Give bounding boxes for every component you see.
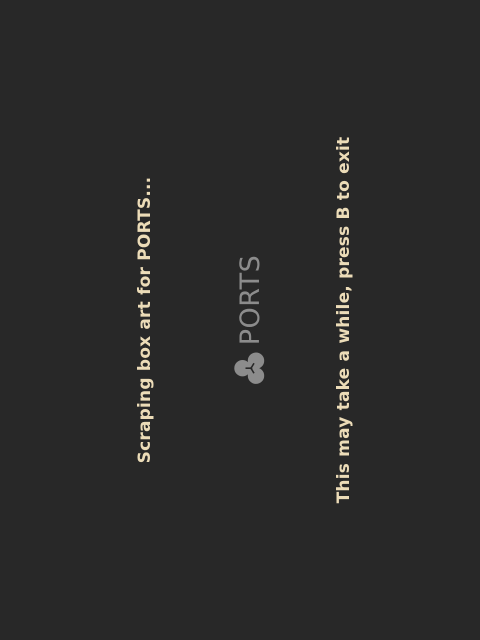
exit-hint-text: This may take a while, press B to exit	[334, 136, 354, 504]
ports-logo: PORTS	[233, 255, 267, 385]
scraping-status-text: Scraping box art for PORTS...	[135, 176, 155, 464]
ports-logo-text: PORTS	[234, 254, 266, 346]
ports-logo-icon	[233, 351, 267, 385]
scraper-screen: Scraping box art for PORTS... PORTS This…	[0, 0, 480, 640]
